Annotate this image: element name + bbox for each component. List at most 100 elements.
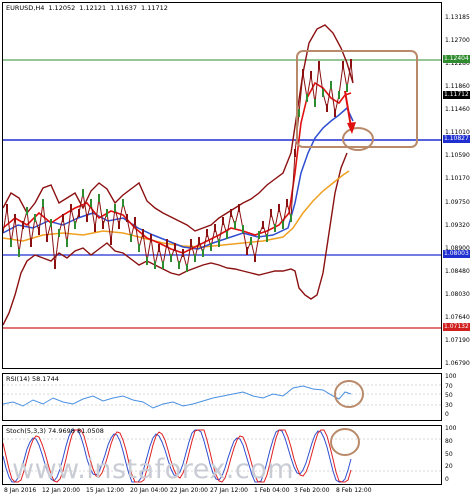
candle-body	[298, 109, 300, 117]
price-tag: 1.11712	[443, 91, 470, 99]
rsi-title: RSI(14) 58.1744	[6, 375, 59, 383]
candle-body	[214, 224, 216, 232]
candle-body	[66, 239, 68, 247]
low-value: 1.11637	[110, 4, 138, 12]
candle-body	[194, 254, 196, 262]
price-axis-label: 1.09750	[445, 198, 470, 206]
candle-body	[202, 249, 204, 257]
time-axis-label: 27 Jan 12:00	[210, 487, 248, 494]
candle-body	[98, 194, 100, 202]
stoch-axis-label: 100	[445, 425, 457, 432]
candle-body	[274, 224, 276, 232]
candle-body	[254, 254, 256, 262]
candle-body	[334, 109, 336, 117]
candle-body	[198, 237, 200, 245]
candle-body	[38, 227, 40, 235]
time-axis-label: 3 Feb 20:00	[294, 487, 330, 494]
price-axis-label: 1.11860	[445, 83, 470, 91]
candle-body	[286, 199, 288, 207]
stoch-axis-label: 50	[445, 450, 453, 458]
close-value: 1.11712	[141, 4, 168, 12]
candle-body	[190, 239, 192, 247]
price-tag: 1.10827	[443, 135, 470, 143]
candle-body	[82, 189, 84, 197]
candle-body	[290, 214, 292, 222]
candle-body	[174, 243, 176, 251]
candle-body	[106, 209, 108, 217]
candle-body	[34, 214, 36, 222]
candle-body	[58, 229, 60, 237]
price-axis-label: 1.06790	[445, 360, 470, 367]
price-tag: 1.12404	[443, 55, 470, 63]
candle-body	[26, 207, 28, 215]
price-axis-label: 1.12700	[445, 37, 470, 45]
candle-body	[210, 243, 212, 251]
price-axis-label: 1.09320	[445, 221, 470, 229]
rsi-plot	[3, 380, 441, 409]
candle-body	[130, 234, 132, 242]
price-axis-label: 1.07190	[445, 336, 470, 344]
stoch-axis-label: 0	[445, 476, 449, 483]
candle-body	[110, 237, 112, 245]
candle-body	[126, 214, 128, 222]
main-chart-plot	[3, 24, 441, 329]
candle-body	[326, 104, 328, 112]
stoch-axis-label: 80	[445, 437, 453, 445]
watermark-logo: www.instaforex.com	[12, 454, 295, 485]
main-chart-panel[interactable]: EURUSD,H4 1.12052 1.12121 1.11637 1.11712	[2, 2, 442, 369]
candle-body	[50, 219, 52, 227]
candle-body	[154, 261, 156, 269]
candle-body	[230, 209, 232, 217]
candle-body	[182, 249, 184, 257]
time-axis-label: 8 Feb 12:00	[336, 487, 372, 494]
candle-body	[310, 71, 312, 79]
candle-body	[170, 254, 172, 262]
time-axis-label: 12 Jan 20:00	[42, 487, 80, 494]
candle-body	[6, 204, 8, 212]
moving-average-slow	[3, 170, 350, 248]
candle-body	[282, 221, 284, 229]
rsi-panel[interactable]: RSI(14) 58.1744	[2, 373, 442, 421]
candle-body	[350, 59, 352, 67]
candle-body	[90, 199, 92, 207]
candle-body	[322, 89, 324, 97]
candle-body	[330, 81, 332, 89]
candle-body	[10, 239, 12, 247]
candle-body	[14, 214, 16, 222]
stoch-title: Stoch(5,3,3) 74.9698 81.0508	[6, 427, 104, 435]
candle-body	[302, 69, 304, 77]
candle-body	[178, 261, 180, 269]
rsi-axis-label: 0	[445, 411, 449, 418]
price-axis-label: 1.10170	[445, 175, 470, 183]
time-axis-label: 15 Jan 12:00	[86, 487, 124, 494]
candle-body	[338, 91, 340, 99]
time-axis: 8 Jan 2016 12 Jan 20:00 15 Jan 12:00 20 Jan…	[2, 486, 442, 498]
bollinger-lower-band	[3, 152, 348, 326]
price-tag: 1.07132	[443, 323, 470, 331]
candle-body	[186, 264, 188, 272]
candle-body	[226, 231, 228, 239]
candle-body	[142, 229, 144, 237]
symbol-label: EURUSD,H4	[6, 4, 45, 12]
candle-body	[318, 61, 320, 69]
price-axis-label: 1.08480	[445, 267, 470, 275]
candle-body	[346, 84, 348, 92]
candle-body	[86, 214, 88, 222]
candle-body	[294, 149, 296, 157]
candle-body	[162, 261, 164, 269]
candle-body	[342, 61, 344, 69]
stoch-axis-label: 20	[445, 463, 453, 471]
candle-body	[278, 204, 280, 212]
candle-body	[238, 204, 240, 212]
candle-body	[166, 239, 168, 247]
candle-body	[78, 209, 80, 217]
stoch-highlight-circle	[330, 428, 360, 456]
candle-body	[150, 234, 152, 242]
candle-body	[18, 249, 20, 257]
candle-body	[102, 221, 104, 229]
candle-body	[30, 239, 32, 247]
main-chart-title: EURUSD,H4 1.12052 1.12121 1.11637 1.11712	[6, 4, 172, 12]
candle-body	[42, 199, 44, 207]
price-line	[3, 62, 354, 269]
candle-body	[314, 99, 316, 107]
